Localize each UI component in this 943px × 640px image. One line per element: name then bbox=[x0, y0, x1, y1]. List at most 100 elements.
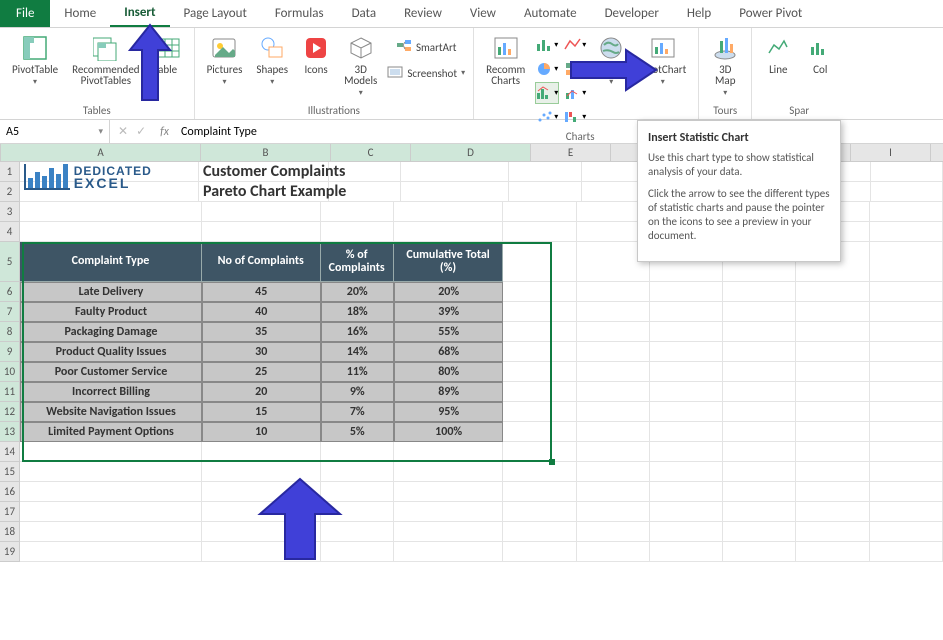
cell-D18[interactable] bbox=[394, 522, 504, 542]
cell-B13[interactable]: 10 bbox=[202, 422, 321, 442]
cell-H11[interactable] bbox=[723, 382, 796, 402]
cell-E15[interactable] bbox=[503, 462, 576, 482]
cell-C9[interactable]: 14% bbox=[321, 342, 394, 362]
sparkline-col-button[interactable]: Col bbox=[802, 32, 838, 102]
row-header-16[interactable]: 16 bbox=[0, 482, 20, 502]
scatter-chart-button[interactable]: ▾ bbox=[535, 106, 559, 128]
icons-button[interactable]: Icons bbox=[298, 32, 334, 102]
enter-icon[interactable]: ✓ bbox=[136, 124, 146, 139]
combo-chart-button[interactable]: ▾ bbox=[563, 82, 587, 104]
row-header-12[interactable]: 12 bbox=[0, 402, 20, 422]
cell-H10[interactable] bbox=[723, 362, 796, 382]
cell-J16[interactable] bbox=[870, 482, 943, 502]
cell-J12[interactable] bbox=[870, 402, 943, 422]
cell-B15[interactable] bbox=[202, 462, 321, 482]
cell-J7[interactable] bbox=[870, 302, 943, 322]
cell-J9[interactable] bbox=[870, 342, 943, 362]
cell-J19[interactable] bbox=[870, 542, 943, 562]
cell-H15[interactable] bbox=[723, 462, 796, 482]
col-header-I[interactable]: I bbox=[851, 144, 931, 162]
fx-icon[interactable]: fx bbox=[154, 125, 175, 139]
cell-D6[interactable]: 20% bbox=[394, 282, 504, 302]
cell-F17[interactable] bbox=[577, 502, 650, 522]
cell-C6[interactable]: 20% bbox=[321, 282, 394, 302]
cell-H16[interactable] bbox=[723, 482, 796, 502]
row-header-9[interactable]: 9 bbox=[0, 342, 20, 362]
cell-G11[interactable] bbox=[650, 382, 723, 402]
cell-H9[interactable] bbox=[723, 342, 796, 362]
cell-D10[interactable]: 80% bbox=[394, 362, 504, 382]
cell-F16[interactable] bbox=[577, 482, 650, 502]
cell-D12[interactable]: 95% bbox=[394, 402, 504, 422]
cell-I15[interactable] bbox=[796, 462, 869, 482]
cell-A19[interactable] bbox=[20, 542, 202, 562]
cell-E10[interactable] bbox=[503, 362, 576, 382]
row-header-13[interactable]: 13 bbox=[0, 422, 20, 442]
cell-B9[interactable]: 30 bbox=[202, 342, 321, 362]
cell-J4[interactable] bbox=[870, 222, 943, 242]
recommended-pivot-button[interactable]: Recommended PivotTables bbox=[68, 32, 143, 102]
cell-E9[interactable] bbox=[503, 342, 576, 362]
pictures-button[interactable]: Pictures ▾ bbox=[203, 32, 247, 102]
cell-C17[interactable] bbox=[321, 502, 394, 522]
cell-C15[interactable] bbox=[321, 462, 394, 482]
pivot-chart-button[interactable]: PivotChart ▾ bbox=[635, 32, 690, 128]
cell-J11[interactable] bbox=[870, 382, 943, 402]
row-header-1[interactable]: 1 bbox=[0, 162, 20, 182]
cell-E1[interactable] bbox=[509, 162, 581, 182]
cell-G15[interactable] bbox=[650, 462, 723, 482]
cell-F8[interactable] bbox=[577, 322, 650, 342]
cell-G7[interactable] bbox=[650, 302, 723, 322]
cell-A17[interactable] bbox=[20, 502, 202, 522]
row-header-14[interactable]: 14 bbox=[0, 442, 20, 462]
cell-F15[interactable] bbox=[577, 462, 650, 482]
row-header-19[interactable]: 19 bbox=[0, 542, 20, 562]
tab-file[interactable]: File bbox=[0, 0, 50, 27]
tab-page-layout[interactable]: Page Layout bbox=[170, 0, 261, 27]
cell-G9[interactable] bbox=[650, 342, 723, 362]
cell-H14[interactable] bbox=[723, 442, 796, 462]
cell-J10[interactable] bbox=[870, 362, 943, 382]
cell-I9[interactable] bbox=[796, 342, 869, 362]
cell-B19[interactable] bbox=[202, 542, 321, 562]
cell-D2[interactable] bbox=[401, 182, 509, 202]
cell-D5[interactable]: Cumulative Total (%) bbox=[394, 242, 504, 282]
waterfall-chart-button[interactable]: ▾ bbox=[563, 106, 587, 128]
cell-D8[interactable]: 55% bbox=[394, 322, 504, 342]
column-chart-button[interactable]: ▾ bbox=[535, 34, 559, 56]
cell-J5[interactable] bbox=[870, 242, 943, 282]
cell-G12[interactable] bbox=[650, 402, 723, 422]
cell-E11[interactable] bbox=[503, 382, 576, 402]
selection-handle[interactable] bbox=[549, 459, 555, 465]
cell-E3[interactable] bbox=[503, 202, 576, 222]
cell-G18[interactable] bbox=[650, 522, 723, 542]
col-header-J[interactable]: J bbox=[931, 144, 943, 162]
col-header-B[interactable]: B bbox=[201, 144, 331, 162]
pivot-table-button[interactable]: PivotTable ▾ bbox=[8, 32, 62, 102]
tab-home[interactable]: Home bbox=[50, 0, 110, 27]
cell-B12[interactable]: 15 bbox=[202, 402, 321, 422]
cell-A4[interactable] bbox=[20, 222, 202, 242]
cell-F18[interactable] bbox=[577, 522, 650, 542]
cell-H8[interactable] bbox=[723, 322, 796, 342]
cell-D16[interactable] bbox=[394, 482, 504, 502]
cell-B4[interactable] bbox=[202, 222, 321, 242]
tab-automate[interactable]: Automate bbox=[510, 0, 591, 27]
cell-D15[interactable] bbox=[394, 462, 504, 482]
cell-J2[interactable] bbox=[871, 182, 943, 202]
cell-I18[interactable] bbox=[796, 522, 869, 542]
cell-G13[interactable] bbox=[650, 422, 723, 442]
cell-H7[interactable] bbox=[723, 302, 796, 322]
cell-J1[interactable] bbox=[871, 162, 943, 182]
cell-E19[interactable] bbox=[503, 542, 576, 562]
col-header-C[interactable]: C bbox=[331, 144, 411, 162]
cell-H17[interactable] bbox=[723, 502, 796, 522]
cell-F14[interactable] bbox=[577, 442, 650, 462]
row-header-18[interactable]: 18 bbox=[0, 522, 20, 542]
row-header-11[interactable]: 11 bbox=[0, 382, 20, 402]
cell-E16[interactable] bbox=[503, 482, 576, 502]
models-button[interactable]: 3D Models ▾ bbox=[340, 32, 381, 102]
tab-data[interactable]: Data bbox=[338, 0, 391, 27]
row-header-17[interactable]: 17 bbox=[0, 502, 20, 522]
cell-C13[interactable]: 5% bbox=[321, 422, 394, 442]
